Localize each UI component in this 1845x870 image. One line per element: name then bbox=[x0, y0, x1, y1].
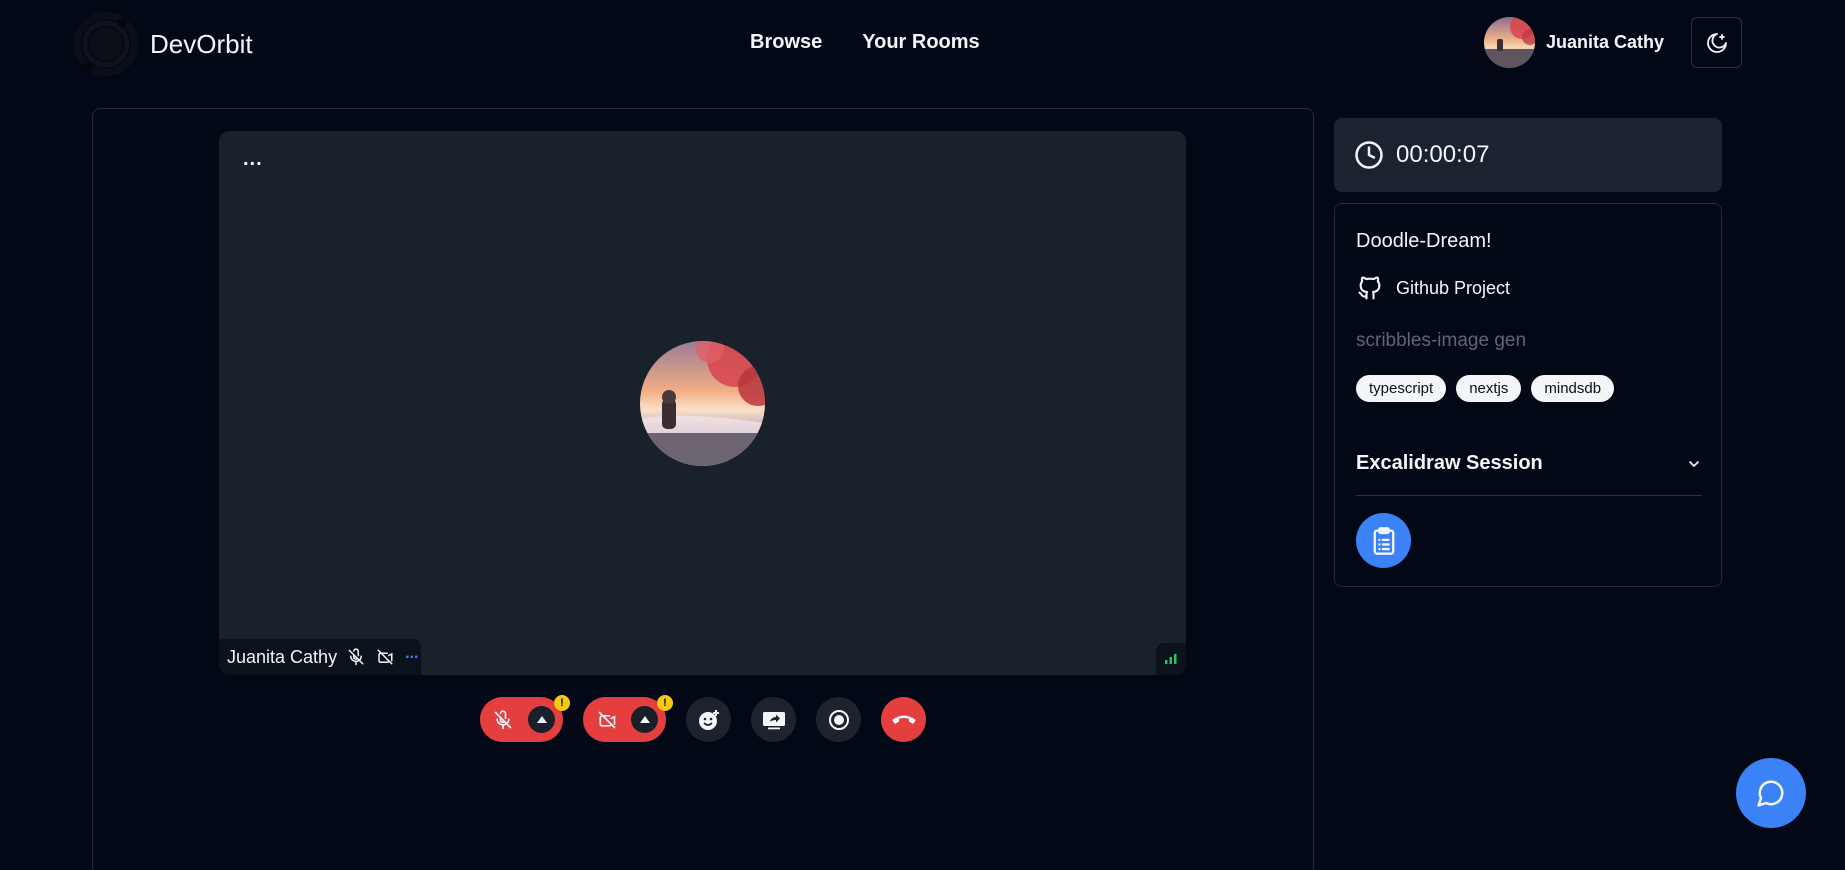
tag-typescript[interactable]: typescript bbox=[1356, 375, 1447, 402]
participant-avatar-image bbox=[640, 341, 765, 466]
brand-name: DevOrbit bbox=[150, 28, 253, 59]
camera-toggle-button[interactable]: ! bbox=[583, 695, 673, 742]
participant-video-tile[interactable]: ... Juanita Cathy ... bbox=[219, 131, 1186, 675]
room-name: Doodle-Dream! bbox=[1356, 230, 1492, 252]
timer-value: 00:00:07 bbox=[1396, 141, 1490, 168]
video-off-icon bbox=[377, 649, 393, 665]
room-description: scribbles-image gen bbox=[1356, 330, 1527, 351]
moon-stars-icon bbox=[1706, 32, 1727, 53]
clipboard-icon bbox=[1373, 526, 1394, 555]
mic-options-button[interactable] bbox=[528, 706, 555, 733]
screen-share-button[interactable] bbox=[751, 697, 796, 742]
caret-up-icon bbox=[536, 716, 547, 723]
main-nav: Browse Your Rooms bbox=[750, 31, 980, 54]
participant-avatar bbox=[640, 341, 765, 466]
chevron-down-icon bbox=[1689, 460, 1699, 467]
call-controls: ! ! bbox=[480, 695, 926, 742]
avatar-image bbox=[1484, 17, 1535, 68]
mic-off-icon bbox=[348, 648, 364, 666]
user-menu[interactable]: Juanita Cathy bbox=[1484, 17, 1664, 68]
emoji-add-icon bbox=[698, 709, 719, 730]
reaction-button[interactable] bbox=[686, 697, 731, 742]
tag-list: typescript nextjs mindsdb bbox=[1356, 375, 1615, 402]
record-button[interactable] bbox=[816, 697, 861, 742]
session-timer: 00:00:07 bbox=[1334, 118, 1722, 192]
mic-off-icon bbox=[494, 709, 512, 729]
tag-mindsdb[interactable]: mindsdb bbox=[1531, 375, 1615, 402]
mic-warning-badge: ! bbox=[554, 695, 570, 711]
screen-share-icon bbox=[762, 711, 785, 729]
top-bar: DevOrbit Browse Your Rooms Juanita Cathy bbox=[0, 0, 1845, 90]
participant-more-button[interactable]: ... bbox=[405, 646, 418, 662]
camera-options-button[interactable] bbox=[631, 706, 658, 733]
tile-menu-button[interactable]: ... bbox=[243, 149, 263, 169]
clock-icon bbox=[1355, 141, 1383, 169]
leave-call-button[interactable] bbox=[881, 697, 926, 742]
github-icon bbox=[1358, 276, 1381, 300]
nav-browse[interactable]: Browse bbox=[750, 31, 822, 54]
logo[interactable]: DevOrbit bbox=[72, 10, 253, 78]
chat-button[interactable] bbox=[1736, 758, 1806, 828]
theme-toggle-button[interactable] bbox=[1691, 17, 1742, 68]
avatar[interactable] bbox=[1484, 17, 1535, 68]
user-name: Juanita Cathy bbox=[1546, 32, 1665, 52]
github-project-link[interactable]: Github Project bbox=[1356, 274, 1510, 302]
video-off-icon bbox=[598, 711, 616, 728]
mic-toggle-button[interactable]: ! bbox=[480, 695, 570, 742]
room-info-card: Doodle-Dream! Github Project scribbles-i… bbox=[1334, 203, 1722, 587]
chat-bubble-icon bbox=[1757, 780, 1784, 807]
record-icon bbox=[828, 709, 849, 730]
accordion-title: Excalidraw Session bbox=[1356, 452, 1543, 474]
nav-your-rooms[interactable]: Your Rooms bbox=[862, 31, 979, 54]
orbit-logo-icon bbox=[74, 12, 138, 76]
participant-name-tag: Juanita Cathy ... bbox=[219, 639, 421, 675]
network-quality-badge bbox=[1156, 643, 1186, 675]
signal-icon bbox=[1165, 654, 1177, 664]
excalidraw-accordion-trigger[interactable]: Excalidraw Session bbox=[1356, 432, 1702, 496]
caret-up-icon bbox=[639, 716, 650, 723]
camera-warning-badge: ! bbox=[657, 695, 673, 711]
github-project-label: Github Project bbox=[1396, 277, 1511, 298]
tag-nextjs[interactable]: nextjs bbox=[1456, 375, 1522, 402]
hang-up-icon bbox=[891, 715, 916, 724]
excalidraw-clipboard-button[interactable] bbox=[1356, 513, 1411, 568]
participant-name: Juanita Cathy bbox=[227, 646, 338, 667]
